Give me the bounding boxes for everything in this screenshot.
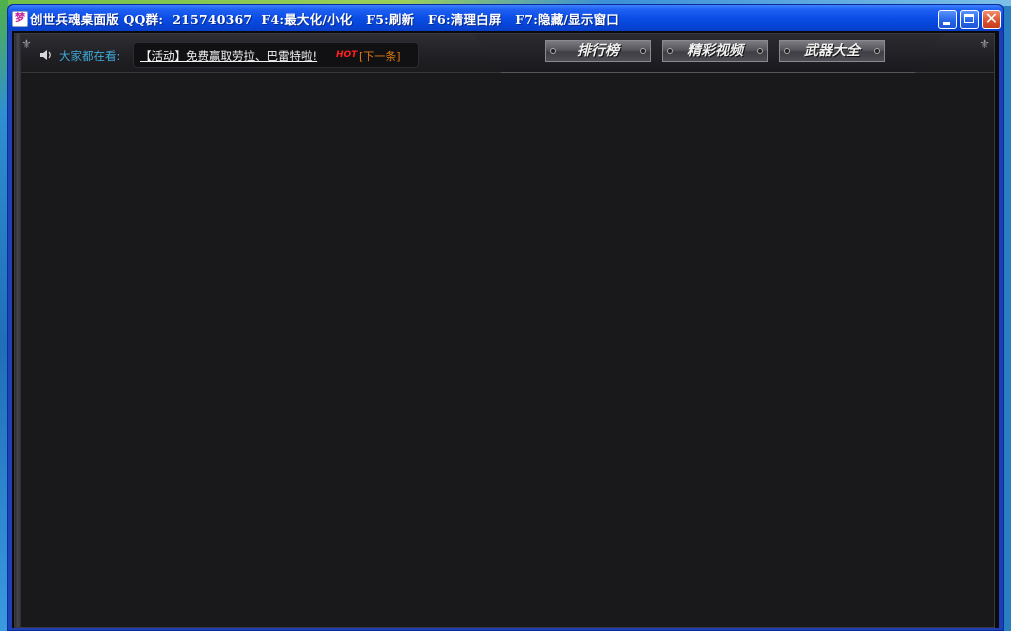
rivet-icon — [784, 48, 790, 54]
rivet-icon — [667, 48, 673, 54]
news-ticker: 【活动】免费赢取劳拉、巴雷特啦! HOT [下一条] — [133, 42, 419, 68]
videos-button-label: 精彩视频 — [687, 43, 743, 59]
corner-ornament-right-icon: ⚜ — [979, 37, 990, 51]
window-title: 创世兵魂桌面版 QQ群: 215740367 F4:最大化/小化 F5:刷新 F… — [30, 12, 619, 27]
top-toolbar: ⚜ ⚜ 大家都在看: 【活动】免费赢取劳拉、巴雷特啦! HOT [下一条] 排行… — [15, 34, 994, 73]
minimize-icon — [943, 22, 950, 25]
rivet-icon — [640, 48, 646, 54]
videos-button[interactable]: 精彩视频 — [662, 40, 768, 62]
client-area: ⚜ ⚜ 大家都在看: 【活动】免费赢取劳拉、巴雷特啦! HOT [下一条] 排行… — [12, 31, 999, 628]
app-window: 梦 创世兵魂桌面版 QQ群: 215740367 F4:最大化/小化 F5:刷新… — [7, 4, 1004, 631]
maximize-button[interactable] — [960, 10, 979, 29]
hot-badge: HOT — [336, 50, 358, 60]
weapons-button-label: 武器大全 — [804, 43, 860, 59]
next-news-link[interactable]: [下一条] — [359, 48, 401, 64]
rivet-icon — [550, 48, 556, 54]
close-icon: ✕ — [984, 9, 999, 28]
close-button[interactable]: ✕ — [982, 10, 1001, 29]
ranking-button-label: 排行榜 — [577, 43, 619, 59]
ranking-button[interactable]: 排行榜 — [545, 40, 651, 62]
game-panel: ⚜ ⚜ 大家都在看: 【活动】免费赢取劳拉、巴雷特啦! HOT [下一条] 排行… — [14, 33, 995, 628]
news-link[interactable]: 【活动】免费赢取劳拉、巴雷特啦! — [140, 48, 317, 64]
title-bar[interactable]: 梦 创世兵魂桌面版 QQ群: 215740367 F4:最大化/小化 F5:刷新… — [8, 5, 1003, 31]
minimize-button[interactable] — [938, 10, 957, 29]
watching-label: 大家都在看: — [59, 49, 121, 63]
weapons-button[interactable]: 武器大全 — [779, 40, 885, 62]
maximize-icon — [964, 14, 974, 23]
rivet-icon — [757, 48, 763, 54]
speaker-icon — [40, 50, 51, 60]
content-area[interactable] — [21, 73, 994, 627]
rivet-icon — [874, 48, 880, 54]
app-icon[interactable]: 梦 — [12, 11, 28, 27]
corner-ornament-left-icon: ⚜ — [21, 37, 32, 51]
